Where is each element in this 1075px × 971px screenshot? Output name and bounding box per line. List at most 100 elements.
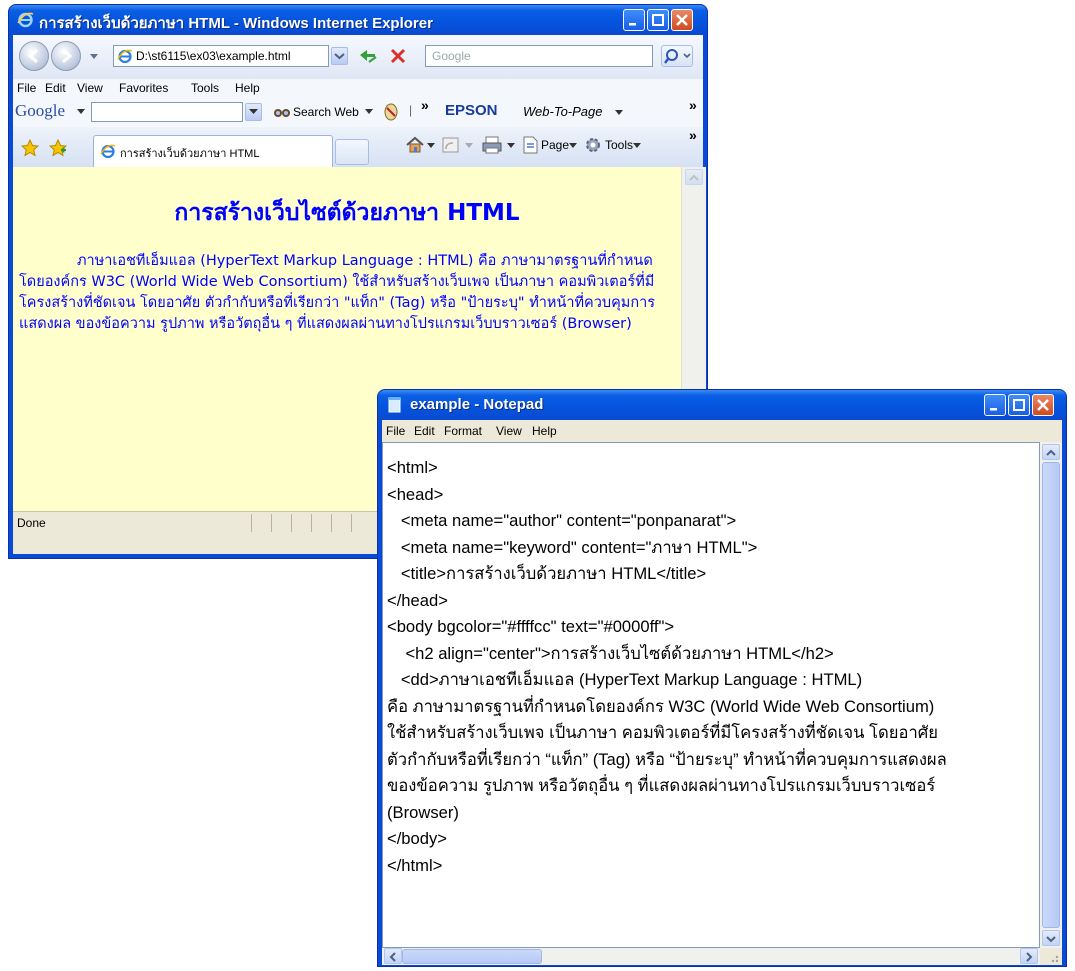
ie-title-bar[interactable]: การสร้างเว็บด้วยภาษา HTML - Windows Inte… <box>9 5 707 35</box>
menu-tools[interactable]: Tools <box>191 81 219 95</box>
google-logo[interactable]: Google <box>15 101 65 121</box>
notepad-title-bar[interactable]: example - Notepad <box>378 390 1066 420</box>
toolbar-separator: | <box>409 103 413 117</box>
maximize-button[interactable] <box>647 9 669 31</box>
menu-help[interactable]: Help <box>532 424 557 438</box>
menu-favorites[interactable]: Favorites <box>119 81 168 95</box>
menu-help[interactable]: Help <box>235 81 260 95</box>
status-divider <box>291 514 292 532</box>
print-dropdown-icon[interactable] <box>507 143 515 149</box>
notepad-horizontal-scrollbar[interactable] <box>382 948 1040 965</box>
code-line: <meta name="keyword" content="ภาษา HTML"… <box>387 537 758 557</box>
search-web-dropdown-icon[interactable] <box>365 109 373 115</box>
menu-view[interactable]: View <box>77 81 103 95</box>
maximize-button[interactable] <box>1008 394 1030 416</box>
scroll-right-button[interactable] <box>1020 948 1038 964</box>
status-text: Done <box>17 516 46 530</box>
tools-dropdown-icon[interactable] <box>633 143 641 149</box>
scroll-up-button[interactable] <box>1042 444 1060 460</box>
web-to-page-button[interactable]: Web-To-Page <box>523 104 603 119</box>
add-favorite-icon[interactable] <box>49 139 67 157</box>
code-line: <dd>ภาษาเอชทีเอ็มแอล (HyperText Markup L… <box>387 670 863 689</box>
minimize-button[interactable] <box>984 394 1006 416</box>
scroll-down-button[interactable] <box>1042 930 1060 946</box>
tools-menu-label: Tools <box>605 138 634 152</box>
epson-logo: EPSON <box>445 102 498 119</box>
size-grip[interactable] <box>1040 948 1062 965</box>
notepad-menu-bar: File Edit Format View Help <box>382 420 1062 442</box>
code-line: </head> <box>387 590 448 610</box>
close-icon <box>1037 399 1049 411</box>
search-button[interactable] <box>661 45 693 67</box>
new-tab-button[interactable] <box>335 139 369 165</box>
binoculars-icon <box>274 109 290 117</box>
code-line: <meta name="author" content="ponpanarat"… <box>387 511 737 530</box>
notepad-text-area[interactable]: <html> <head> <meta name="author" content… <box>382 442 1040 948</box>
code-line: <head> <box>387 484 444 504</box>
menu-edit[interactable]: Edit <box>45 81 66 95</box>
page-ie-icon <box>117 49 133 64</box>
address-toolbar: D:\st6115\ex03\example.html Google <box>13 35 703 80</box>
recent-pages-dropdown-icon[interactable] <box>89 53 99 61</box>
code-line: <title>การสร้างเว็บด้วยภาษา HTML</title> <box>387 564 707 583</box>
code-line: </body> <box>387 829 447 848</box>
google-menu-dropdown-icon[interactable] <box>77 109 85 115</box>
forward-button[interactable] <box>51 41 81 71</box>
code-line: ของข้อความ รูปภาพ หรือวัตถุอื่น ๆ ที่แสด… <box>387 776 936 795</box>
resize-grip-icon <box>1051 955 1059 963</box>
web-to-page-dropdown-icon[interactable] <box>615 110 623 116</box>
status-divider <box>311 514 312 532</box>
address-bar[interactable]: D:\st6115\ex03\example.html <box>113 45 329 67</box>
command-bar-overflow-chevron[interactable]: » <box>689 127 697 143</box>
code-line: <html> <box>387 458 438 477</box>
maximize-icon <box>652 14 664 26</box>
back-button[interactable] <box>19 41 49 71</box>
refresh-button[interactable] <box>355 45 381 67</box>
toolbar-overflow-chevron[interactable]: » <box>689 97 697 113</box>
chevron-up-icon <box>689 174 699 181</box>
code-line: ใช้สำหรับสร้างเว็บเพจ เป็นภาษา คอมพิวเตอ… <box>387 723 939 742</box>
home-icon[interactable] <box>405 135 425 155</box>
refresh-icon <box>360 50 377 63</box>
menu-format[interactable]: Format <box>444 424 482 438</box>
notepad-vertical-scrollbar[interactable] <box>1040 442 1062 948</box>
pagerank-icon[interactable] <box>381 102 401 122</box>
toolbar-more-chevron[interactable]: » <box>421 97 429 113</box>
close-icon <box>676 14 688 26</box>
ie-window-title: การสร้างเว็บด้วยภาษา HTML - Windows Inte… <box>39 15 433 32</box>
tab-current-page[interactable]: การสร้างเว็บด้วยภาษา HTML <box>93 135 333 167</box>
menu-view[interactable]: View <box>496 424 522 438</box>
feeds-dropdown-icon[interactable] <box>465 143 473 149</box>
chevron-down-icon <box>334 53 345 60</box>
page-icon <box>523 136 538 154</box>
back-arrow-icon <box>27 48 38 64</box>
status-divider <box>251 514 252 532</box>
ie-menu-bar: File Edit View Favorites Tools Help <box>13 79 703 97</box>
google-search-input[interactable] <box>91 102 243 122</box>
close-button[interactable] <box>1032 394 1054 416</box>
scroll-left-button[interactable] <box>384 948 402 964</box>
menu-file[interactable]: File <box>17 81 36 95</box>
search-input[interactable]: Google <box>425 45 653 67</box>
menu-file[interactable]: File <box>386 424 405 438</box>
code-line: <h2 align="center">การสร้างเว็บไซต์ด้วยภ… <box>387 643 834 663</box>
status-divider <box>271 514 272 532</box>
stop-button[interactable] <box>385 45 411 67</box>
favorites-star-icon[interactable] <box>21 139 39 157</box>
feeds-icon[interactable] <box>441 135 461 155</box>
minimize-icon <box>990 408 997 411</box>
print-icon[interactable] <box>481 135 503 155</box>
ie-scroll-up-button[interactable] <box>685 169 703 185</box>
minimize-button[interactable] <box>623 9 645 31</box>
close-button[interactable] <box>671 9 693 31</box>
horizontal-scroll-thumb[interactable] <box>402 949 542 964</box>
chevron-left-icon <box>389 952 396 962</box>
chevron-down-icon <box>1046 936 1056 943</box>
page-dropdown-icon[interactable] <box>569 143 577 149</box>
home-dropdown-icon[interactable] <box>427 143 435 149</box>
menu-edit[interactable]: Edit <box>414 424 435 438</box>
vertical-scroll-thumb[interactable] <box>1042 462 1060 928</box>
chevron-right-icon <box>1026 952 1033 962</box>
address-dropdown-button[interactable] <box>331 47 348 65</box>
google-search-dropdown[interactable] <box>245 103 262 121</box>
